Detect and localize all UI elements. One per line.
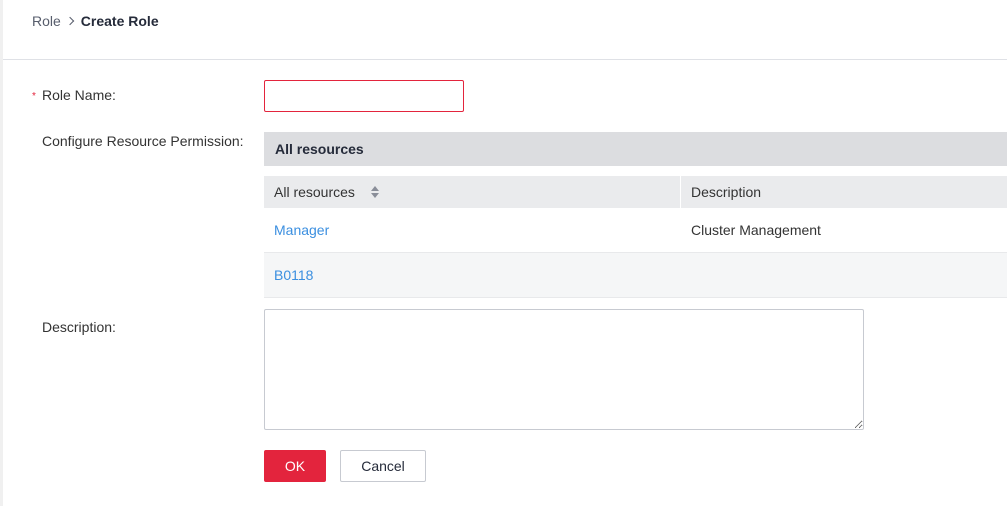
resource-link-b0118[interactable]: B0118 — [274, 253, 313, 297]
breadcrumb-role-link[interactable]: Role — [32, 13, 61, 29]
column-header-resources-label: All resources — [274, 184, 355, 200]
resource-link-manager[interactable]: Manager — [274, 208, 329, 252]
header-divider — [3, 59, 1007, 60]
permission-panel-title: All resources — [275, 141, 364, 157]
description-textarea[interactable] — [264, 309, 864, 430]
table-row: B0118 — [264, 253, 1007, 298]
role-name-label: Role Name: — [42, 87, 116, 103]
permission-table-header: All resources Description — [264, 176, 1007, 208]
column-header-description-label: Description — [691, 184, 762, 200]
required-marker: * — [32, 91, 36, 102]
create-role-page: Role Create Role * Role Name: Configure … — [0, 0, 1007, 506]
role-name-input[interactable] — [264, 80, 464, 112]
left-edge — [0, 0, 3, 506]
sort-icon[interactable] — [370, 185, 380, 199]
description-label: Description: — [42, 319, 116, 335]
breadcrumb: Role Create Role — [32, 12, 159, 30]
resource-description: Cluster Management — [691, 222, 821, 238]
ok-button[interactable]: OK — [264, 450, 326, 482]
chevron-right-icon — [65, 16, 75, 26]
page-title: Create Role — [80, 13, 159, 29]
column-header-description: Description — [681, 176, 1007, 208]
permission-panel-header[interactable]: All resources — [264, 132, 1007, 166]
column-header-resources[interactable]: All resources — [264, 176, 680, 208]
cancel-button[interactable]: Cancel — [340, 450, 426, 482]
table-row: Manager Cluster Management — [264, 208, 1007, 253]
resource-permission-label: Configure Resource Permission: — [42, 133, 244, 149]
